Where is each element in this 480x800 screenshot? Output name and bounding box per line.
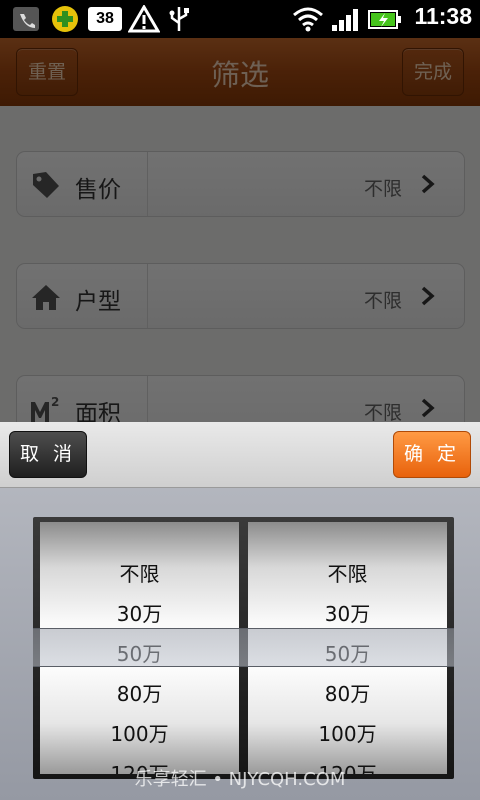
warning-icon [128,5,160,33]
usb-icon [169,7,189,31]
plus-badge-icon [52,6,78,32]
modal-overlay[interactable] [0,38,480,422]
min-price-wheel[interactable]: 不限 30万 50万 80万 100万 120万 [40,522,239,774]
mail-icon: 38 [88,7,122,31]
picker-area: 不限 30万 50万 80万 100万 120万 不限 30万 50万 80万 … [0,488,480,800]
picker-toolbar: 取 消 确 定 [0,422,480,488]
battery-icon [368,10,401,29]
watermark: 乐享轻汇 • NJYCQH.COM [134,769,346,790]
wheel-option[interactable]: 80万 [40,674,239,714]
wheel-option[interactable]: 30万 [248,594,447,634]
picker-frame: 不限 30万 50万 80万 100万 120万 不限 30万 50万 80万 … [33,517,454,779]
max-price-wheel[interactable]: 不限 30万 50万 80万 100万 120万 [248,522,447,774]
wheel-option[interactable]: 30万 [40,594,239,634]
wheel-option[interactable]: 80万 [248,674,447,714]
wheel-option[interactable]: 不限 [40,554,239,594]
wheel-option[interactable]: 不限 [248,554,447,594]
wheel-option[interactable]: 100万 [248,714,447,754]
notification-badge: 38 [96,10,114,27]
confirm-button[interactable]: 确 定 [393,431,471,478]
phone-icon [13,7,39,31]
wheel-option[interactable]: 100万 [40,714,239,754]
status-bar: 38 11:38 [0,0,480,38]
clock: 11:38 [414,3,472,29]
cancel-button[interactable]: 取 消 [9,431,87,478]
signal-icon [332,9,358,31]
wifi-icon [293,7,323,32]
wheel-option-selected[interactable]: 50万 [40,634,239,674]
wheel-option-selected[interactable]: 50万 [248,634,447,674]
